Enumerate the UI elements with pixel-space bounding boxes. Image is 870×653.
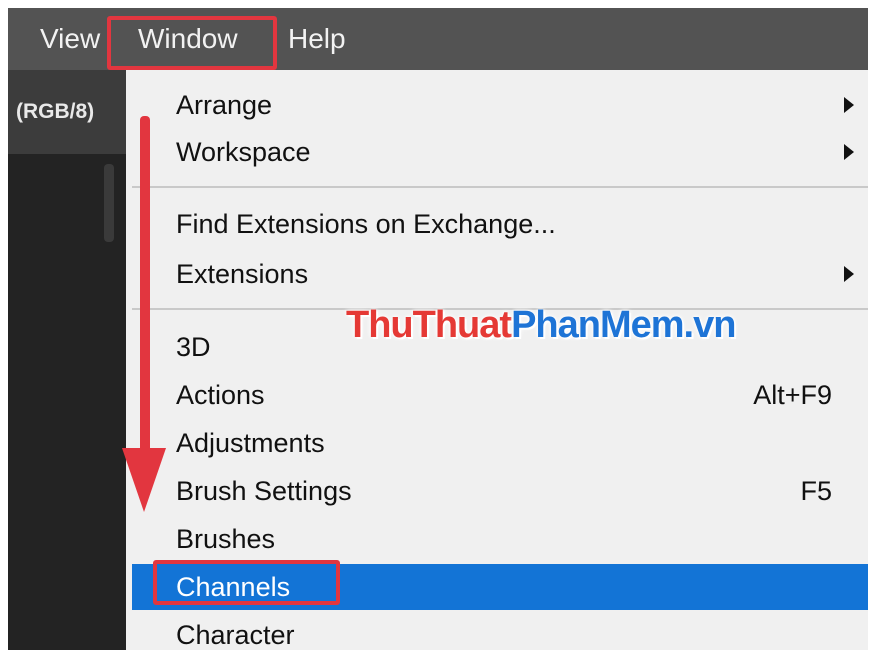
menu-item-find-extensions[interactable]: Find Extensions on Exchange... xyxy=(132,201,868,247)
chevron-right-icon xyxy=(844,266,854,282)
menu-item-brushes[interactable]: Brushes xyxy=(132,516,868,562)
menu-view[interactable]: View xyxy=(40,20,100,58)
menu-item-label: Character xyxy=(176,620,295,650)
chevron-right-icon xyxy=(844,97,854,113)
menu-item-label: Extensions xyxy=(176,259,309,289)
menu-item-label: Workspace xyxy=(176,137,311,167)
menu-item-label: Brushes xyxy=(176,524,276,554)
menu-item-label: 3D xyxy=(176,332,211,362)
chevron-right-icon xyxy=(844,144,854,160)
channels-highlight-box xyxy=(153,560,340,605)
menu-help[interactable]: Help xyxy=(288,20,346,58)
document-tab[interactable]: (RGB/8) xyxy=(8,70,126,154)
menu-item-actions[interactable]: Actions Alt+F9 xyxy=(132,372,868,418)
menu-item-adjustments[interactable]: Adjustments xyxy=(132,420,868,466)
document-tab-label: (RGB/8) xyxy=(16,100,95,123)
scrollbar-thumb[interactable] xyxy=(104,164,114,242)
menu-item-label: Adjustments xyxy=(176,428,325,458)
menu-separator xyxy=(132,186,868,188)
menu-item-label: Find Extensions on Exchange... xyxy=(176,209,556,239)
menu-item-brush-settings[interactable]: Brush Settings F5 xyxy=(132,468,868,514)
menu-item-workspace[interactable]: Workspace xyxy=(132,129,868,175)
watermark-part1: ThuThuat xyxy=(346,304,512,346)
watermark-logo: ThuThuatPhanMem.vn xyxy=(346,304,736,347)
menu-item-shortcut: Alt+F9 xyxy=(753,380,832,410)
window-menu-highlight-box xyxy=(107,16,277,70)
menu-item-character[interactable]: Character xyxy=(132,612,868,650)
photoshop-window: View Window Help (RGB/8) Arrange Workspa… xyxy=(8,8,868,650)
down-arrow-icon xyxy=(122,116,166,512)
menu-item-label: Actions xyxy=(176,380,265,410)
watermark-part2: PhanMem.vn xyxy=(511,304,736,346)
menu-item-label: Arrange xyxy=(176,90,273,120)
menu-item-extensions[interactable]: Extensions xyxy=(132,251,868,297)
menu-item-label: Brush Settings xyxy=(176,476,352,506)
menu-item-shortcut: F5 xyxy=(800,476,832,506)
menu-item-arrange[interactable]: Arrange xyxy=(132,82,868,128)
